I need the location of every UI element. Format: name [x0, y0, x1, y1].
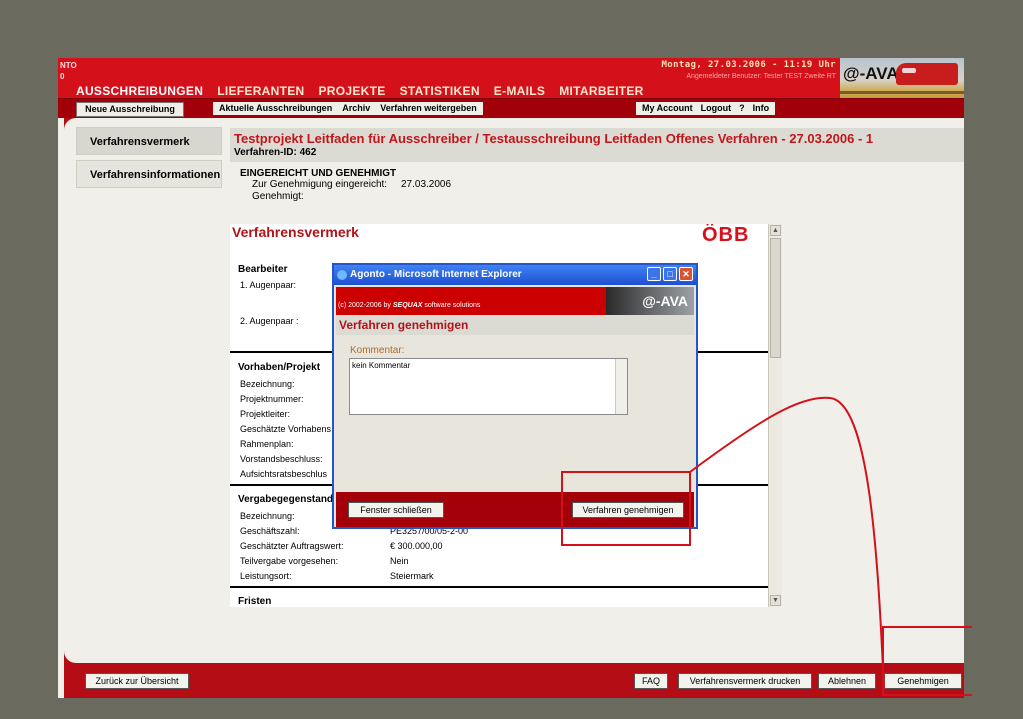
annotation-arrow: [689, 396, 885, 691]
